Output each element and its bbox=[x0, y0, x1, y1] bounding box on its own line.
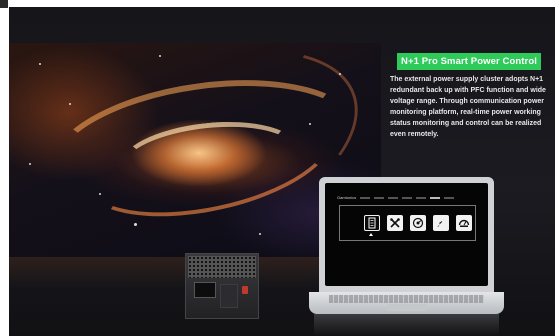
app-tab-active[interactable] bbox=[430, 197, 441, 199]
laptop-reflection bbox=[314, 314, 499, 336]
app-tab[interactable] bbox=[416, 197, 427, 199]
psu-fan-grill bbox=[188, 256, 256, 278]
laptop: Gamtonics bbox=[319, 177, 494, 292]
power-supply-unit bbox=[185, 253, 259, 319]
psu-label-plate bbox=[220, 284, 238, 308]
product-banner: N+1 Pro Smart Power Control The external… bbox=[9, 7, 555, 336]
corner-marker bbox=[0, 0, 8, 8]
app-tab[interactable] bbox=[360, 197, 371, 199]
laptop-screen: Gamtonics bbox=[325, 183, 488, 286]
laptop-base bbox=[309, 292, 504, 314]
page-title: N+1 Pro Smart Power Control bbox=[397, 53, 541, 70]
tools-icon[interactable] bbox=[387, 215, 403, 231]
control-icon-row bbox=[364, 215, 472, 231]
app-tab[interactable] bbox=[402, 197, 413, 199]
feature-description: The external power supply cluster adopts… bbox=[390, 76, 546, 138]
laptop-keyboard bbox=[329, 295, 484, 303]
dashboard-icon[interactable] bbox=[410, 215, 426, 231]
monitor-app-header: Gamtonics bbox=[337, 195, 476, 201]
app-tab[interactable] bbox=[374, 197, 385, 199]
psu-power-socket bbox=[194, 282, 216, 298]
rocket-icon[interactable] bbox=[433, 215, 449, 231]
app-name: Gamtonics bbox=[337, 195, 357, 200]
server-icon[interactable] bbox=[364, 215, 380, 231]
app-tab[interactable] bbox=[388, 197, 399, 199]
control-panel bbox=[339, 205, 476, 241]
psu-power-switch bbox=[242, 286, 248, 294]
laptop-trackpad bbox=[387, 304, 427, 311]
selection-caret bbox=[369, 233, 373, 236]
gauge-icon[interactable] bbox=[456, 215, 472, 231]
app-tab[interactable] bbox=[444, 197, 455, 199]
